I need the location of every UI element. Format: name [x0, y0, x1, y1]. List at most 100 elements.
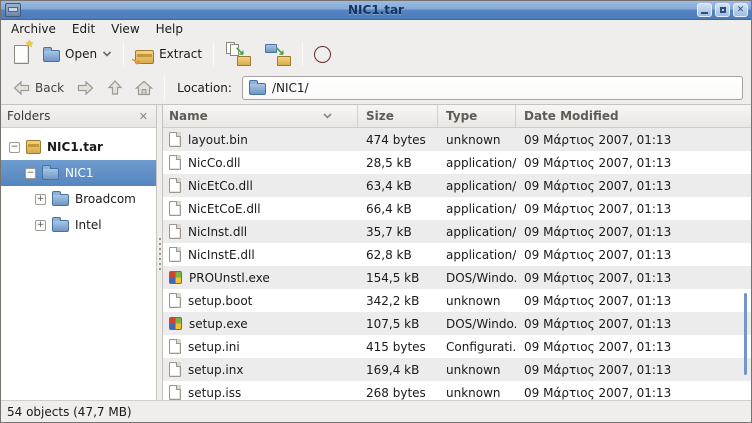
- location-value: /NIC1/: [272, 81, 309, 95]
- table-row[interactable]: NicEtCo.dll63,4 kBapplication/...09 Μάρτ…: [163, 174, 751, 197]
- file-icon: [169, 247, 181, 262]
- cell-name: setup.exe: [163, 317, 358, 331]
- table-row[interactable]: setup.inx169,4 kBunknown09 Μάρτιος 2007,…: [163, 358, 751, 381]
- menu-archive[interactable]: Archive: [3, 21, 64, 37]
- folders-sidebar: Folders ✕ −NIC1.tar−NIC1+Broadcom+Intel: [1, 105, 157, 400]
- cell-date: 09 Μάρτιος 2007, 01:13: [516, 156, 751, 170]
- table-row[interactable]: setup.ini415 bytesConfigurati...09 Μάρτι…: [163, 335, 751, 358]
- add-folder-button[interactable]: →: [258, 39, 298, 69]
- folder-icon: [42, 168, 59, 180]
- home-icon: [135, 80, 153, 96]
- cell-type: application/...: [438, 156, 516, 170]
- close-icon: ✕: [737, 5, 745, 15]
- sort-indicator-icon: [322, 112, 333, 120]
- column-header-size[interactable]: Size: [358, 105, 438, 127]
- statusbar: 54 objects (47,7 MB): [1, 400, 751, 422]
- new-archive-button[interactable]: [7, 39, 36, 69]
- table-row[interactable]: NicCo.dll28,5 kBapplication/...09 Μάρτιο…: [163, 151, 751, 174]
- menu-view[interactable]: View: [103, 21, 147, 37]
- table-row[interactable]: NicEtCoE.dll66,4 kBapplication/...09 Μάρ…: [163, 197, 751, 220]
- up-button[interactable]: [102, 76, 128, 99]
- cell-type: DOS/Windo...: [438, 271, 516, 285]
- menu-help[interactable]: Help: [148, 21, 191, 37]
- table-row[interactable]: setup.exe107,5 kBDOS/Windo...09 Μάρτιος …: [163, 312, 751, 335]
- cell-size: 415 bytes: [358, 340, 438, 354]
- cell-date: 09 Μάρτιος 2007, 01:13: [516, 179, 751, 193]
- open-dropdown-icon[interactable]: [102, 50, 112, 58]
- file-icon: [169, 293, 181, 308]
- table-row[interactable]: NicInst.dll35,7 kBapplication/...09 Μάρτ…: [163, 220, 751, 243]
- cell-size: 62,8 kB: [358, 248, 438, 262]
- tree-item-intel[interactable]: +Intel: [1, 212, 156, 238]
- menu-edit[interactable]: Edit: [64, 21, 103, 37]
- titlebar[interactable]: NIC1.tar ✕: [1, 1, 751, 20]
- toolbar-separator: [213, 42, 214, 66]
- add-files-button[interactable]: →: [218, 39, 258, 69]
- cell-type: unknown: [438, 133, 516, 147]
- location-input[interactable]: /NIC1/: [242, 76, 743, 100]
- minimize-icon: [701, 12, 708, 14]
- cell-name: NicInst.dll: [163, 224, 358, 239]
- table-row[interactable]: NicInstE.dll62,8 kBapplication/...09 Μάρ…: [163, 243, 751, 266]
- file-name: setup.iss: [188, 386, 241, 400]
- collapse-icon[interactable]: −: [9, 142, 20, 153]
- cell-size: 268 bytes: [358, 386, 438, 400]
- cell-name: NicInstE.dll: [163, 247, 358, 262]
- cell-name: setup.ini: [163, 339, 358, 354]
- tree-item-label: NIC1: [65, 166, 94, 180]
- cell-size: 154,5 kB: [358, 271, 438, 285]
- extract-button-label: Extract: [159, 47, 202, 61]
- forward-arrow-icon: [76, 80, 95, 96]
- open-button[interactable]: Open: [36, 39, 119, 69]
- table-row[interactable]: PROUnstl.exe154,5 kBDOS/Windo...09 Μάρτι…: [163, 266, 751, 289]
- home-button[interactable]: [130, 77, 158, 99]
- maximize-button[interactable]: [715, 3, 730, 17]
- cell-name: setup.boot: [163, 293, 358, 308]
- column-header-name[interactable]: Name: [163, 105, 358, 127]
- toolbar-separator: [164, 76, 165, 100]
- up-arrow-icon: [107, 79, 123, 96]
- collapse-icon[interactable]: −: [25, 168, 36, 179]
- expand-icon[interactable]: +: [35, 220, 46, 231]
- expand-icon[interactable]: +: [35, 194, 46, 205]
- sidebar-title: Folders: [7, 109, 137, 123]
- file-icon: [169, 132, 181, 147]
- window-title: NIC1.tar: [348, 3, 404, 17]
- table-row[interactable]: layout.bin474 bytesunknown09 Μάρτιος 200…: [163, 128, 751, 151]
- stop-button[interactable]: [307, 39, 338, 69]
- table-row[interactable]: setup.iss268 bytesunknown09 Μάρτιος 2007…: [163, 381, 751, 400]
- back-button[interactable]: Back: [7, 77, 69, 99]
- cell-size: 169,4 kB: [358, 363, 438, 377]
- location-bar: Back Location: /NIC1/: [1, 71, 751, 104]
- forward-button[interactable]: [71, 77, 100, 99]
- back-button-label: Back: [35, 81, 64, 95]
- tree-item-broadcom[interactable]: +Broadcom: [1, 186, 156, 212]
- extract-button[interactable]: Extract: [128, 39, 209, 69]
- column-header-date-label: Date Modified: [524, 109, 619, 123]
- vertical-scrollbar-thumb[interactable]: [744, 293, 747, 375]
- add-files-icon: →: [225, 42, 251, 66]
- minimize-button[interactable]: [697, 3, 712, 17]
- cell-size: 342,2 kB: [358, 294, 438, 308]
- close-button[interactable]: ✕: [733, 3, 748, 17]
- file-name: NicCo.dll: [188, 156, 241, 170]
- column-header-date[interactable]: Date Modified: [516, 105, 751, 127]
- tree-item-nic1-tar[interactable]: −NIC1.tar: [1, 134, 156, 160]
- cell-type: unknown: [438, 386, 516, 400]
- toolbar-separator: [123, 42, 124, 66]
- cell-name: setup.inx: [163, 362, 358, 377]
- folder-tree: −NIC1.tar−NIC1+Broadcom+Intel: [1, 128, 156, 238]
- cell-type: Configurati...: [438, 340, 516, 354]
- file-icon: [169, 178, 181, 193]
- file-name: PROUnstl.exe: [189, 271, 270, 285]
- sidebar-close-icon[interactable]: ✕: [137, 110, 150, 123]
- menubar: Archive Edit View Help: [1, 20, 751, 37]
- tree-item-nic1[interactable]: − NIC1: [1, 160, 156, 186]
- open-button-label: Open: [65, 47, 97, 61]
- archive-icon: [26, 140, 41, 154]
- column-header-type[interactable]: Type: [438, 105, 516, 127]
- cell-date: 09 Μάρτιος 2007, 01:13: [516, 202, 751, 216]
- location-label: Location:: [177, 81, 232, 95]
- table-row[interactable]: setup.boot342,2 kBunknown09 Μάρτιος 2007…: [163, 289, 751, 312]
- archive-manager-window: NIC1.tar ✕ Archive Edit View Help Open E…: [0, 0, 752, 423]
